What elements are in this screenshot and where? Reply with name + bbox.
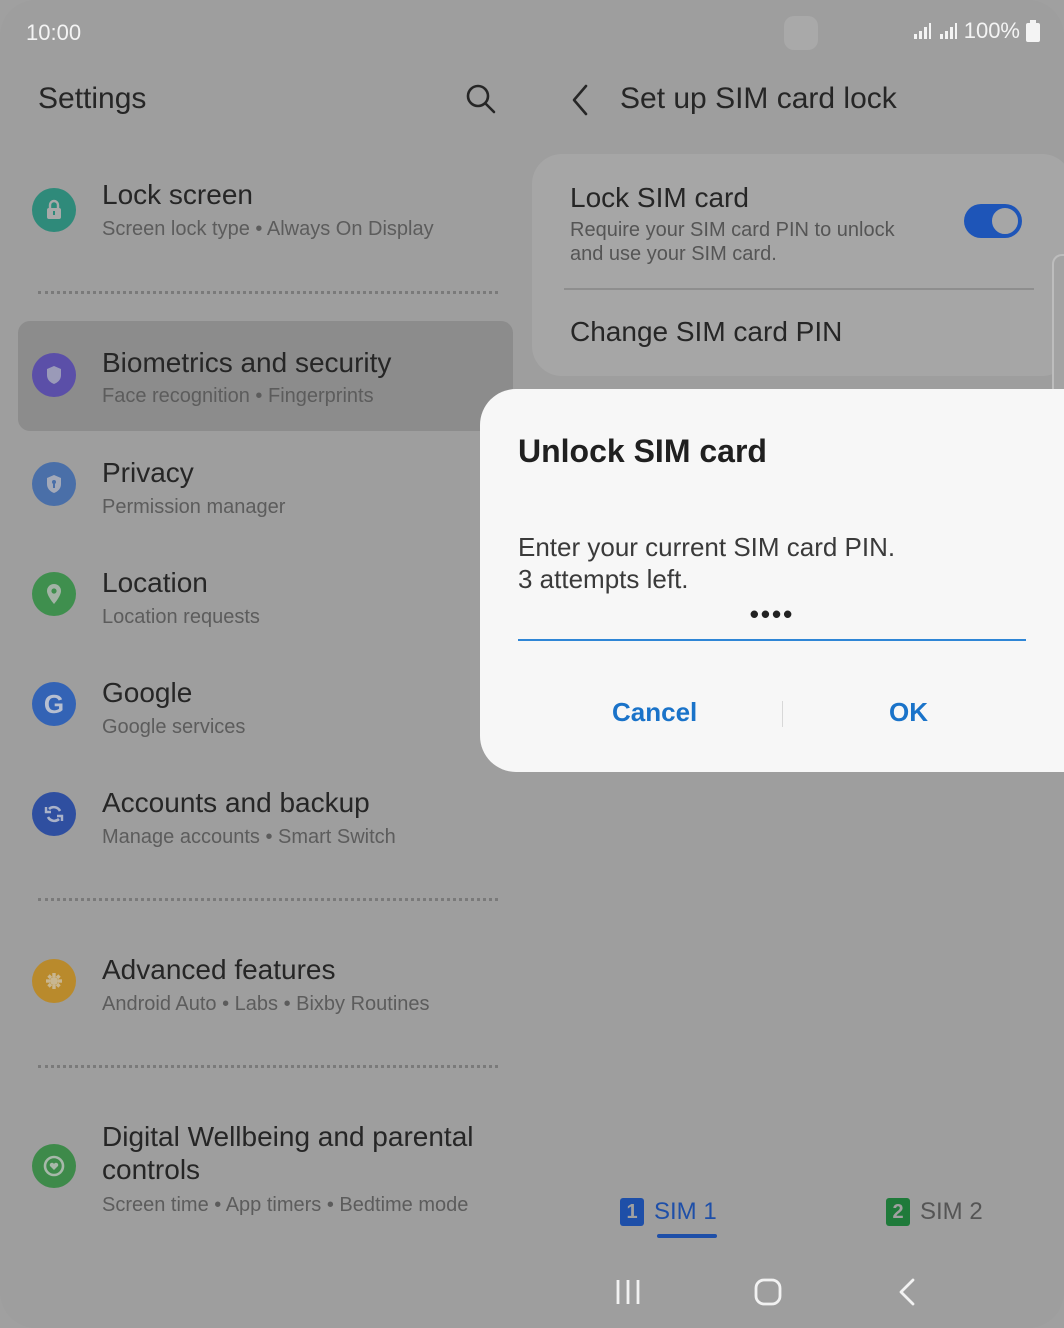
lock-sim-desc-line2: and use your SIM card. [570, 243, 777, 265]
settings-item-subtitle: Permission manager [102, 496, 286, 518]
settings-item-title: Accounts and backup [102, 787, 370, 818]
section-divider [38, 898, 498, 901]
settings-item-subtitle: Manage accounts • Smart Switch [102, 826, 396, 848]
settings-item-biometrics[interactable]: Biometrics and security Face recognition… [18, 321, 513, 431]
settings-item-subtitle: Screen time • App timers • Bedtime mode [102, 1194, 469, 1216]
puzzle-gear-icon [32, 959, 76, 1003]
chevron-left-icon [572, 84, 588, 116]
lock-sim-desc-line1: Require your SIM card PIN to unlock [570, 219, 895, 241]
card-divider [564, 288, 1034, 290]
settings-item-title: Digital Wellbeing and parental [102, 1121, 474, 1152]
settings-pane: Settings Lock screen Screen lock type • … [0, 64, 520, 1264]
page-title: Settings [38, 82, 147, 115]
location-pin-icon [32, 572, 76, 616]
battery-percent: 100% [963, 18, 1020, 43]
home-icon [754, 1278, 782, 1306]
lock-icon [32, 188, 76, 232]
status-bar: 10:00 100% [0, 0, 1064, 64]
section-divider [38, 1065, 498, 1068]
sim2-badge-icon: 2 [886, 1198, 910, 1226]
back-icon [899, 1278, 915, 1306]
toggle-knob [990, 206, 1020, 236]
settings-item-digital-wellbeing[interactable]: Digital Wellbeing and parental controls … [18, 1108, 513, 1228]
tab-sim-2[interactable]: 2 SIM 2 [886, 1198, 983, 1226]
navigation-bar [530, 1262, 1064, 1322]
pin-input[interactable]: •••• [518, 599, 1026, 641]
device-screen: 10:00 100% Settings Lock screen Screen l… [0, 0, 1064, 1328]
settings-item-title: Lock screen [102, 179, 253, 210]
unlock-sim-dialog: Unlock SIM card Enter your current SIM c… [480, 389, 1064, 772]
settings-item-google[interactable]: G Google Google services [18, 664, 513, 764]
shield-icon [32, 353, 76, 397]
change-sim-pin-item[interactable]: Change SIM card PIN [570, 316, 842, 348]
search-button[interactable] [462, 80, 500, 118]
sim-lock-card: Lock SIM card Require your SIM card PIN … [532, 154, 1064, 376]
settings-item-privacy[interactable]: Privacy Permission manager [18, 444, 513, 544]
search-icon [466, 84, 496, 114]
tab-sim-1[interactable]: 1 SIM 1 [620, 1198, 717, 1226]
status-icons: 100% [912, 18, 1040, 44]
button-divider [782, 701, 783, 727]
settings-item-lock-screen[interactable]: Lock screen Screen lock type • Always On… [18, 170, 513, 270]
settings-item-subtitle: Location requests [102, 606, 260, 628]
wellbeing-heart-icon [32, 1144, 76, 1188]
settings-item-location[interactable]: Location Location requests [18, 554, 513, 654]
google-icon: G [32, 682, 76, 726]
settings-item-title: Location [102, 567, 208, 598]
settings-item-title-line2: controls [102, 1154, 201, 1185]
home-button[interactable] [738, 1262, 798, 1322]
section-divider [38, 291, 498, 294]
ok-button[interactable]: OK [889, 697, 928, 728]
settings-item-subtitle: Android Auto • Labs • Bixby Routines [102, 993, 430, 1015]
tab-sim-1-label: SIM 1 [654, 1198, 717, 1225]
settings-item-accounts-backup[interactable]: Accounts and backup Manage accounts • Sm… [18, 774, 513, 874]
tab-sim-2-label: SIM 2 [920, 1198, 983, 1225]
front-camera-cutout [784, 16, 818, 50]
page-title: Set up SIM card lock [620, 82, 897, 115]
signal-sim1-icon [913, 23, 931, 39]
settings-item-subtitle: Face recognition • Fingerprints [102, 385, 374, 407]
privacy-shield-icon [32, 462, 76, 506]
settings-item-subtitle: Google services [102, 716, 246, 738]
lock-sim-title: Lock SIM card [570, 182, 749, 213]
dialog-message: Enter your current SIM card PIN. 3 attem… [518, 531, 895, 595]
recent-apps-button[interactable] [598, 1262, 658, 1322]
settings-item-subtitle: Screen lock type • Always On Display [102, 218, 434, 240]
pin-value: •••• [749, 599, 795, 629]
status-time: 10:00 [26, 20, 82, 45]
settings-item-title: Google [102, 677, 193, 708]
sim1-badge-icon: 1 [620, 1198, 644, 1226]
dialog-message-line2: 3 attempts left. [518, 564, 689, 594]
sync-icon [32, 792, 76, 836]
settings-item-advanced-features[interactable]: Advanced features Android Auto • Labs • … [18, 941, 513, 1041]
lock-sim-toggle[interactable] [964, 204, 1022, 238]
dialog-message-line1: Enter your current SIM card PIN. [518, 532, 896, 562]
back-nav-button[interactable] [878, 1262, 938, 1322]
settings-item-title: Advanced features [102, 954, 336, 985]
battery-icon [1026, 20, 1040, 42]
settings-item-title: Biometrics and security [102, 347, 392, 378]
signal-sim2-icon [939, 23, 957, 39]
back-button[interactable] [566, 82, 596, 118]
dialog-title: Unlock SIM card [518, 433, 767, 469]
cancel-button[interactable]: Cancel [612, 697, 697, 728]
settings-item-title: Privacy [102, 457, 194, 488]
selected-tab-indicator [657, 1234, 717, 1238]
recent-apps-icon [616, 1280, 640, 1304]
sim-tabs: 1 SIM 1 2 SIM 2 [530, 1198, 1064, 1248]
lock-sim-description: Require your SIM card PIN to unlock and … [570, 218, 930, 266]
